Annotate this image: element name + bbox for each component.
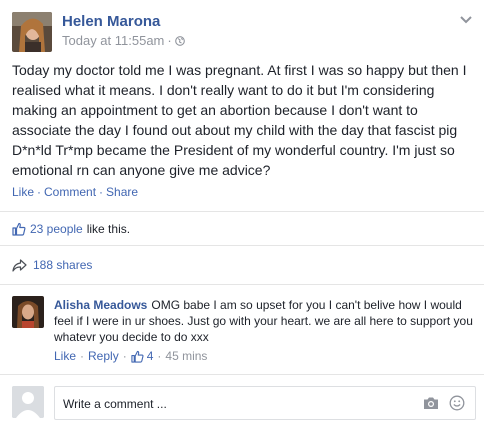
divider: [0, 374, 484, 375]
thumbs-up-icon: [131, 350, 144, 363]
divider: [0, 284, 484, 285]
meta-separator: ·: [167, 33, 172, 48]
comment-composer: Write a comment ...: [12, 386, 476, 420]
comment-like-link[interactable]: Like: [54, 348, 76, 364]
action-separator: ·: [80, 349, 85, 363]
comment-input[interactable]: Write a comment ...: [54, 386, 476, 420]
comment-like-count[interactable]: 4: [131, 348, 154, 364]
post-header: Helen Marona Today at 11:55am ·: [12, 12, 474, 54]
thumbs-up-icon: [12, 222, 26, 236]
post-meta: Today at 11:55am ·: [62, 33, 185, 49]
comment-link[interactable]: Comment: [44, 185, 96, 199]
comment-item: Alisha Meadows OMG babe I am so upset for…: [12, 296, 476, 366]
camera-icon[interactable]: [423, 396, 439, 410]
share-link[interactable]: Share: [106, 185, 138, 199]
action-separator: ·: [37, 185, 42, 199]
comment-reply-link[interactable]: Reply: [88, 348, 119, 364]
smiley-icon[interactable]: [449, 395, 465, 411]
likes-count-link[interactable]: 23 people: [30, 221, 83, 237]
action-separator: ·: [157, 349, 162, 363]
comment-body: Alisha Meadows OMG babe I am so upset for…: [54, 297, 474, 345]
commenter-name[interactable]: Alisha Meadows: [54, 298, 147, 312]
comment-input-placeholder: Write a comment ...: [63, 397, 167, 411]
globe-icon[interactable]: [174, 36, 185, 46]
comment-like-number[interactable]: 4: [147, 348, 154, 364]
facebook-post: Helen Marona Today at 11:55am · Today my…: [0, 0, 484, 427]
reactions-summary: 23 people like this.: [12, 221, 130, 237]
commenter-avatar[interactable]: [12, 296, 44, 328]
post-timestamp[interactable]: Today at 11:55am: [62, 33, 164, 49]
post-body: Today my doctor told me I was pregnant. …: [12, 62, 467, 178]
like-link[interactable]: Like: [12, 185, 34, 199]
post-actions: Like · Comment · Share: [12, 184, 138, 200]
author-name[interactable]: Helen Marona: [62, 13, 160, 31]
comment-time[interactable]: 45 mins: [165, 348, 207, 364]
share-arrow-icon: [12, 258, 27, 272]
chevron-down-icon[interactable]: [460, 16, 472, 24]
action-separator: ·: [122, 349, 127, 363]
action-separator: ·: [99, 185, 104, 199]
author-avatar[interactable]: [12, 12, 52, 52]
likes-tail: like this.: [86, 222, 131, 236]
shares-summary[interactable]: 188 shares: [12, 257, 92, 273]
shares-count[interactable]: 188 shares: [33, 257, 92, 273]
divider: [0, 211, 484, 212]
divider: [0, 245, 484, 246]
comment-actions: Like · Reply · 4 · 45 mins: [54, 348, 207, 364]
user-avatar: [12, 386, 44, 418]
